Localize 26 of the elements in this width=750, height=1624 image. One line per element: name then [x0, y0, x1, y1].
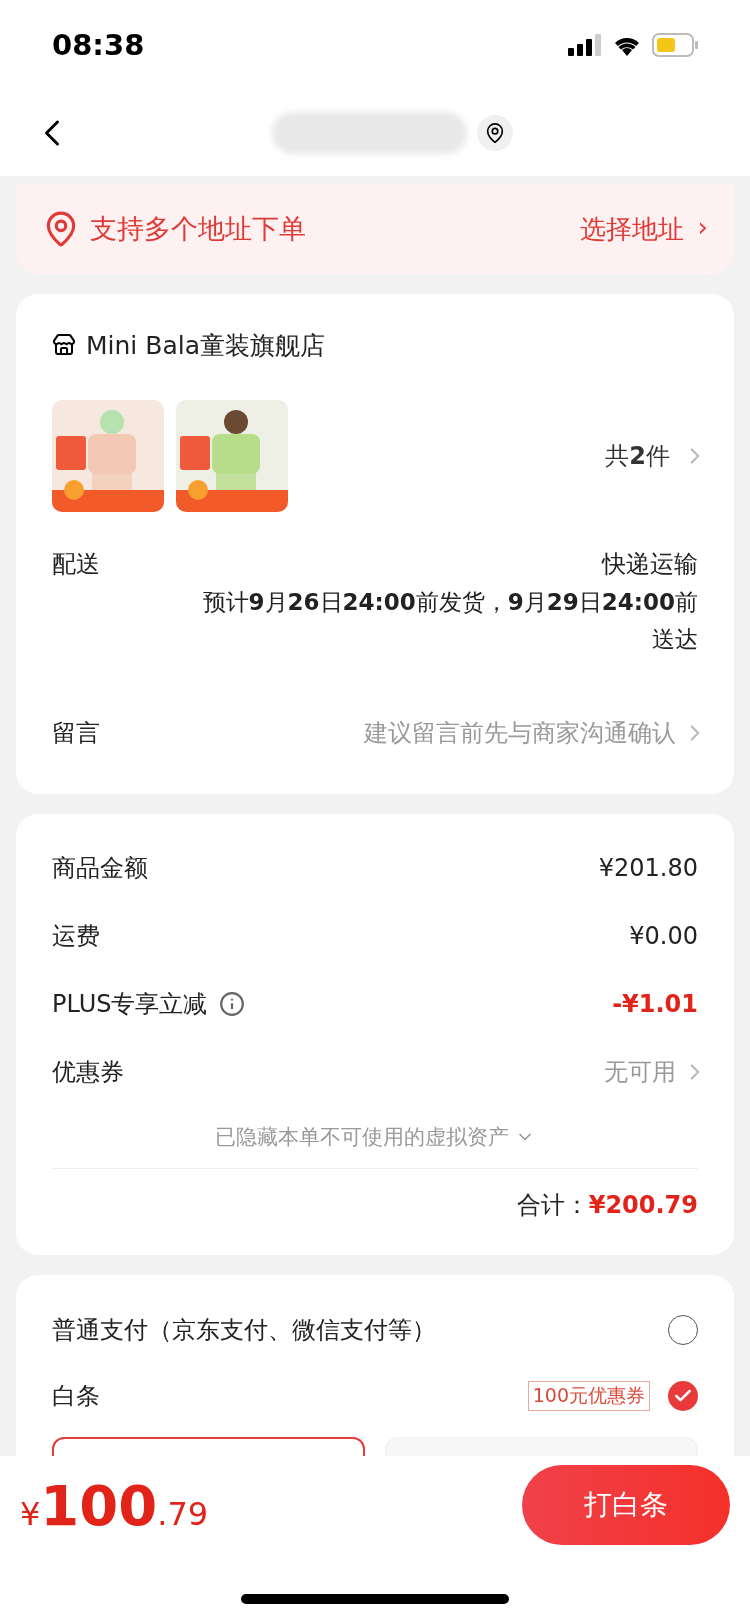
message-label: 留言: [52, 718, 100, 749]
item-count[interactable]: 共2件: [605, 440, 670, 472]
payment-option[interactable]: 白条: [52, 1380, 100, 1412]
summary-value: ¥201.80: [598, 854, 698, 882]
summary-value[interactable]: 无可用: [604, 1056, 676, 1088]
summary-value: -¥1.01: [612, 990, 698, 1018]
delivery-label: 配送: [52, 549, 100, 580]
store-name[interactable]: Mini Bala童装旗舰店: [86, 328, 325, 362]
summary-value: ¥0.00: [629, 922, 698, 950]
banner-text: 支持多个地址下单: [90, 212, 307, 246]
summary-label: 优惠券: [52, 1057, 124, 1088]
message-placeholder[interactable]: 建议留言前先与商家沟通确认: [364, 717, 676, 749]
delivery-method: 快递运输: [602, 549, 698, 580]
summary-label: 商品金额: [52, 853, 148, 884]
payment-option[interactable]: 普通支付（京东支付、微信支付等）: [52, 1314, 436, 1346]
pay-button[interactable]: 打白条: [522, 1465, 730, 1545]
summary-label: 运费: [52, 921, 100, 952]
coupon-tag: 100元优惠券: [527, 1381, 650, 1411]
select-address-link[interactable]: 选择地址 ›: [579, 211, 708, 247]
summary-label: PLUS专享立减: [52, 989, 208, 1020]
address-banner[interactable]: 支持多个地址下单 选择地址 ›: [16, 184, 734, 274]
hidden-assets-note[interactable]: 已隐藏本单不可使用的虚拟资产: [215, 1123, 509, 1151]
status-time: 08:38: [52, 28, 145, 62]
total-value: ¥200.79: [588, 1191, 698, 1219]
total-label: 合计：: [516, 1190, 589, 1221]
total-price: ¥100.79: [20, 1472, 209, 1538]
